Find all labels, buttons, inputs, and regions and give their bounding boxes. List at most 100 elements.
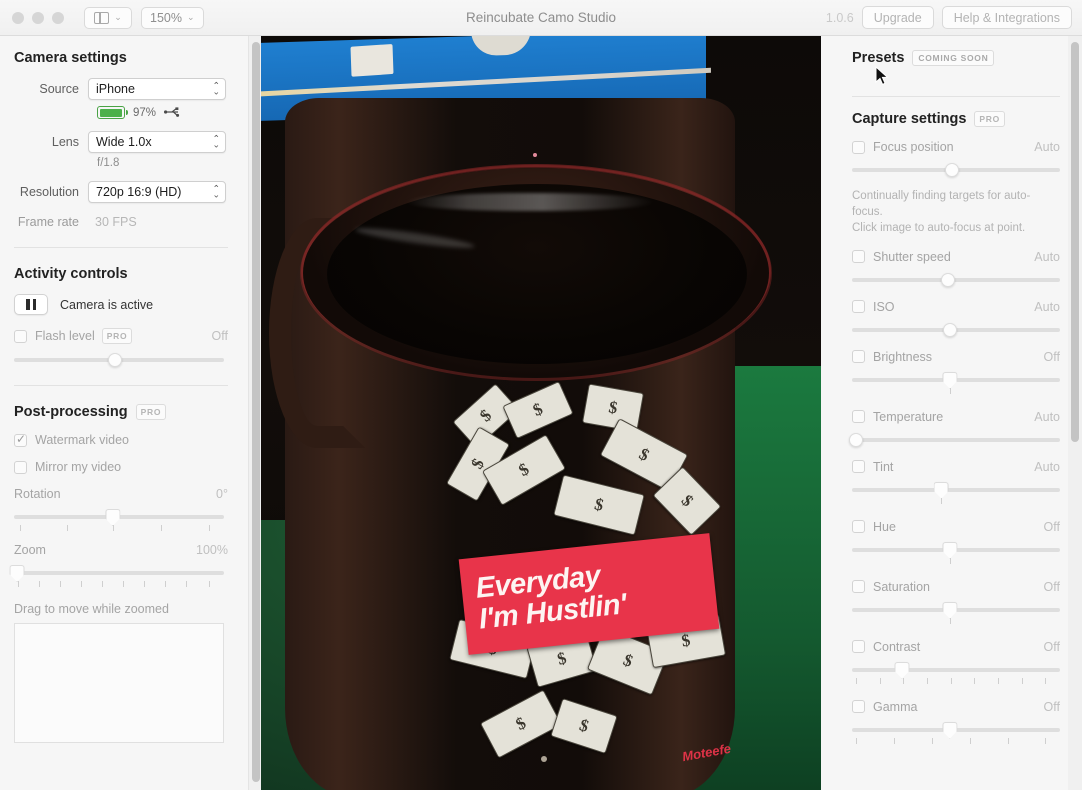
hue-slider[interactable] bbox=[852, 541, 1060, 559]
scrollbar-thumb[interactable] bbox=[252, 42, 260, 782]
source-select[interactable]: iPhone ⌃ ⌄ bbox=[88, 78, 226, 100]
slider-thumb[interactable] bbox=[9, 565, 25, 582]
contrast-checkbox[interactable] bbox=[852, 640, 865, 654]
right-pane-scrollbar[interactable] bbox=[1068, 36, 1082, 790]
tint-ticks bbox=[852, 497, 1060, 507]
slider-thumb[interactable] bbox=[942, 601, 958, 619]
iso-label: ISO bbox=[873, 299, 895, 314]
hue-ticks bbox=[852, 557, 1060, 567]
saturation-checkbox[interactable] bbox=[852, 580, 865, 594]
focus-position-checkbox[interactable] bbox=[852, 140, 865, 154]
temperature-slider[interactable] bbox=[849, 432, 1060, 447]
divider bbox=[852, 96, 1060, 97]
contrast-label: Contrast bbox=[873, 639, 921, 654]
rotation-ticks bbox=[14, 525, 224, 534]
rotation-label: Rotation bbox=[14, 487, 61, 501]
iso-slider[interactable] bbox=[852, 322, 1060, 337]
slider-thumb[interactable] bbox=[942, 541, 958, 559]
saturation-row: Saturation Off bbox=[852, 580, 1060, 594]
iso-checkbox[interactable] bbox=[852, 300, 865, 314]
video-preview[interactable]: Everyday I'm Hustlin' Moteefe bbox=[261, 36, 821, 790]
temperature-checkbox[interactable] bbox=[852, 410, 865, 424]
post-processing-heading-row: Post-processing PRO bbox=[14, 404, 228, 420]
maximize-button[interactable] bbox=[52, 11, 64, 24]
slider-thumb[interactable] bbox=[107, 353, 122, 367]
slider-thumb[interactable] bbox=[944, 163, 959, 177]
mug-artwork: Everyday I'm Hustlin' Moteefe bbox=[445, 380, 735, 778]
contrast-value: Off bbox=[1043, 639, 1060, 654]
lens-select[interactable]: Wide 1.0x ⌃ ⌄ bbox=[88, 131, 226, 153]
slider-thumb[interactable] bbox=[933, 481, 949, 499]
gamma-slider[interactable] bbox=[852, 721, 1060, 739]
shutter-speed-slider[interactable] bbox=[852, 272, 1060, 287]
brightness-slider[interactable] bbox=[852, 371, 1060, 389]
saturation-slider[interactable] bbox=[852, 601, 1060, 619]
focus-help-text: Continually finding targets for auto-foc… bbox=[852, 190, 1031, 234]
iso-row: ISO Auto bbox=[852, 300, 1060, 314]
help-integrations-button[interactable]: Help & Integrations bbox=[941, 6, 1072, 29]
brightness-checkbox[interactable] bbox=[852, 350, 865, 364]
lens-value: Wide 1.0x bbox=[96, 135, 152, 149]
tint-checkbox[interactable] bbox=[852, 460, 865, 474]
minimize-button[interactable] bbox=[32, 11, 44, 24]
brightness-value: Off bbox=[1043, 349, 1060, 364]
mug-object: Everyday I'm Hustlin' Moteefe bbox=[269, 98, 771, 790]
stepper-icon[interactable]: ⌃ ⌄ bbox=[212, 134, 220, 148]
slider-thumb[interactable] bbox=[849, 432, 864, 447]
slider-thumb[interactable] bbox=[940, 272, 955, 287]
zoom-label: Zoom bbox=[14, 543, 46, 557]
pro-badge: PRO bbox=[974, 111, 1005, 127]
slider-thumb[interactable] bbox=[942, 371, 958, 389]
brightness-label: Brightness bbox=[873, 349, 933, 364]
scrollbar-thumb[interactable] bbox=[1071, 42, 1079, 442]
contrast-slider[interactable] bbox=[852, 661, 1060, 679]
pan-area[interactable] bbox=[14, 623, 224, 743]
drag-hint: Drag to move while zoomed bbox=[14, 602, 169, 616]
focus-position-slider[interactable] bbox=[852, 163, 1060, 177]
zoom-level-dropdown[interactable]: 150% ⌄ bbox=[141, 6, 204, 29]
presets-heading: Presets bbox=[852, 50, 905, 66]
battery-status: 97% bbox=[97, 106, 228, 119]
stepper-icon[interactable]: ⌃ ⌄ bbox=[212, 184, 220, 198]
battery-percent: 97% bbox=[133, 106, 157, 119]
divider bbox=[14, 247, 228, 248]
flash-level-checkbox[interactable] bbox=[14, 329, 27, 343]
left-pane-scrollbar[interactable] bbox=[248, 36, 262, 790]
frame-rate-label: Frame rate bbox=[17, 215, 79, 229]
flash-level-slider[interactable] bbox=[14, 353, 224, 367]
contrast-row: Contrast Off bbox=[852, 640, 1060, 654]
slider-thumb[interactable] bbox=[894, 661, 910, 679]
camera-status-text: Camera is active bbox=[60, 297, 154, 312]
upgrade-button[interactable]: Upgrade bbox=[861, 6, 934, 29]
stepper-icon[interactable]: ⌃ ⌄ bbox=[212, 81, 220, 95]
resolution-select[interactable]: 720p 16:9 (HD) ⌃ ⌄ bbox=[88, 181, 226, 203]
shutter-speed-checkbox[interactable] bbox=[852, 250, 865, 264]
pro-badge: PRO bbox=[101, 328, 133, 344]
window-traffic-lights[interactable] bbox=[12, 11, 64, 24]
pause-camera-button[interactable] bbox=[14, 294, 48, 315]
slider-thumb[interactable] bbox=[942, 322, 957, 337]
brightness-ticks bbox=[852, 387, 1060, 397]
resolution-label: Resolution bbox=[19, 185, 79, 199]
shutter-speed-row: Shutter speed Auto bbox=[852, 250, 1060, 264]
camera-settings-heading: Camera settings bbox=[14, 50, 127, 66]
watermark-checkbox[interactable] bbox=[14, 432, 27, 447]
close-button[interactable] bbox=[12, 11, 24, 24]
resolution-value: 720p 16:9 (HD) bbox=[96, 185, 182, 199]
battery-icon bbox=[97, 106, 128, 119]
slider-thumb[interactable] bbox=[942, 721, 958, 739]
mirror-row: Mirror my video bbox=[14, 460, 228, 474]
tint-slider[interactable] bbox=[852, 481, 1060, 499]
contrast-ticks bbox=[852, 677, 1060, 687]
flash-level-label: Flash level bbox=[35, 329, 95, 343]
sidebar-toggle-button[interactable]: ⌄ bbox=[84, 6, 132, 29]
gamma-checkbox[interactable] bbox=[852, 700, 865, 714]
mirror-checkbox[interactable] bbox=[14, 460, 27, 474]
rotation-row: Rotation 0° bbox=[14, 487, 228, 501]
rotation-slider[interactable] bbox=[14, 509, 224, 526]
hue-checkbox[interactable] bbox=[852, 520, 865, 534]
zoom-slider[interactable] bbox=[9, 565, 224, 582]
slider-thumb[interactable] bbox=[105, 509, 121, 526]
gamma-ticks bbox=[852, 737, 1060, 747]
aperture-value: f/1.8 bbox=[97, 157, 120, 169]
